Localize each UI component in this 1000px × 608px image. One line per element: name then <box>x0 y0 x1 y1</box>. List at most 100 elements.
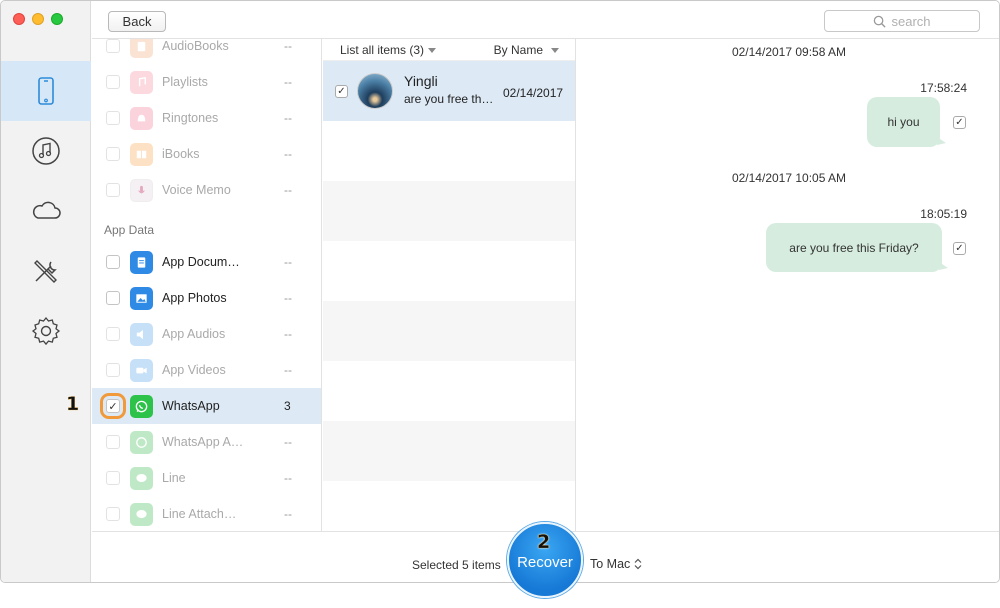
category-whatsapp-attachments[interactable]: WhatsApp A… -- <box>92 424 322 460</box>
list-filter-label: List all items (3) <box>340 43 424 57</box>
category-checkbox[interactable] <box>106 183 120 197</box>
category-list: AudioBooks -- Playlists -- Ringtones -- … <box>92 39 322 531</box>
music-icon <box>29 134 63 168</box>
zoom-window-button[interactable] <box>51 13 63 25</box>
rail-icloud[interactable] <box>1 181 91 241</box>
rail-settings[interactable] <box>1 301 91 361</box>
sidebar-rail <box>1 1 91 583</box>
category-checkbox[interactable] <box>106 327 120 341</box>
empty-row <box>323 361 576 421</box>
tools-icon <box>29 254 63 288</box>
category-checkbox[interactable] <box>106 111 120 125</box>
chevron-down-icon <box>551 48 559 53</box>
category-count: -- <box>284 471 292 485</box>
whatsapp-checkbox[interactable]: ✓ <box>106 399 120 413</box>
search-placeholder: search <box>891 14 930 29</box>
list-filter-dropdown[interactable]: List all items (3) <box>340 43 436 57</box>
step-2-marker: 2 <box>537 531 550 553</box>
audiobook-icon <box>130 39 153 58</box>
audio-icon <box>130 323 153 346</box>
conversation-list: List all items (3) By Name ✓ Yingli are … <box>323 39 576 531</box>
message-text: are you free this Friday? <box>789 241 918 255</box>
close-window-button[interactable] <box>13 13 25 25</box>
voice-memo-icon <box>130 179 153 202</box>
category-label: iBooks <box>162 147 262 161</box>
category-ringtones[interactable]: Ringtones -- <box>92 100 322 136</box>
message-time: 17:58:24 <box>920 81 967 95</box>
category-label: Ringtones <box>162 111 262 125</box>
ringtone-icon <box>130 107 153 130</box>
empty-row <box>323 241 576 301</box>
line-attachment-icon <box>130 503 153 526</box>
category-label: App Photos <box>162 291 262 305</box>
message-date: 02/14/2017 09:58 AM <box>577 45 1000 59</box>
search-input[interactable]: search <box>824 10 980 32</box>
playlist-icon <box>130 71 153 94</box>
gear-icon <box>29 314 63 348</box>
category-app-videos[interactable]: App Videos -- <box>92 352 322 388</box>
category-playlists[interactable]: Playlists -- <box>92 64 322 100</box>
category-count: -- <box>284 183 292 197</box>
category-checkbox[interactable] <box>106 471 120 485</box>
category-count: -- <box>284 363 292 377</box>
window-controls <box>13 13 63 25</box>
category-checkbox[interactable] <box>106 507 120 521</box>
category-checkbox[interactable] <box>106 75 120 89</box>
conversation-checkbox[interactable]: ✓ <box>335 85 348 98</box>
category-voice-memo[interactable]: Voice Memo -- <box>92 172 322 208</box>
whatsapp-icon <box>130 395 153 418</box>
category-count: -- <box>284 327 292 341</box>
ibooks-icon <box>130 143 153 166</box>
category-count: -- <box>284 255 292 269</box>
category-checkbox[interactable] <box>106 147 120 161</box>
destination-select[interactable]: To Mac <box>590 557 642 571</box>
section-app-data: App Data <box>104 223 154 237</box>
message-checkbox[interactable]: ✓ <box>953 116 966 129</box>
category-count: -- <box>284 507 292 521</box>
phone-icon <box>29 74 63 108</box>
category-audiobooks[interactable]: AudioBooks -- <box>92 39 322 64</box>
category-checkbox[interactable] <box>106 39 120 53</box>
cloud-icon <box>29 194 63 228</box>
whatsapp-attachment-icon <box>130 431 153 454</box>
sort-dropdown[interactable]: By Name <box>494 43 559 57</box>
rail-device[interactable] <box>1 61 91 121</box>
minimize-window-button[interactable] <box>32 13 44 25</box>
video-icon <box>130 359 153 382</box>
category-app-audios[interactable]: App Audios -- <box>92 316 322 352</box>
category-label: App Videos <box>162 363 262 377</box>
message-date: 02/14/2017 10:05 AM <box>577 171 1000 185</box>
message-time: 18:05:19 <box>920 207 967 221</box>
category-count: -- <box>284 147 292 161</box>
conversation-row[interactable]: ✓ Yingli are you free this Friday? 02/14… <box>323 61 576 121</box>
category-label: Playlists <box>162 75 262 89</box>
category-count: -- <box>284 435 292 449</box>
category-checkbox[interactable] <box>106 291 120 305</box>
line-icon <box>130 467 153 490</box>
category-label: WhatsApp A… <box>162 435 262 449</box>
sort-label: By Name <box>494 43 543 57</box>
category-app-documents[interactable]: App Docum… -- <box>92 244 322 280</box>
message-checkbox[interactable]: ✓ <box>953 242 966 255</box>
message-text: hi you <box>887 115 919 129</box>
back-button[interactable]: Back <box>108 11 166 32</box>
category-label: WhatsApp <box>162 399 262 413</box>
toolbar: Back search <box>92 1 1000 39</box>
category-ibooks[interactable]: iBooks -- <box>92 136 322 172</box>
rail-tools[interactable] <box>1 241 91 301</box>
avatar <box>357 73 393 109</box>
category-checkbox[interactable] <box>106 255 120 269</box>
message-pane: 02/14/2017 09:58 AM 17:58:24 hi you ✓ 02… <box>577 39 1000 531</box>
category-checkbox[interactable] <box>106 435 120 449</box>
empty-row <box>323 181 576 241</box>
category-whatsapp[interactable]: ✓ WhatsApp 3 <box>92 388 322 424</box>
category-label: App Docum… <box>162 255 262 269</box>
category-app-photos[interactable]: App Photos -- <box>92 280 322 316</box>
category-label: Voice Memo <box>162 183 262 197</box>
destination-label: To Mac <box>590 557 630 571</box>
category-line-attachments[interactable]: Line Attach… -- <box>92 496 322 531</box>
rail-itunes[interactable] <box>1 121 91 181</box>
empty-row <box>323 121 576 181</box>
category-checkbox[interactable] <box>106 363 120 377</box>
category-line[interactable]: Line -- <box>92 460 322 496</box>
